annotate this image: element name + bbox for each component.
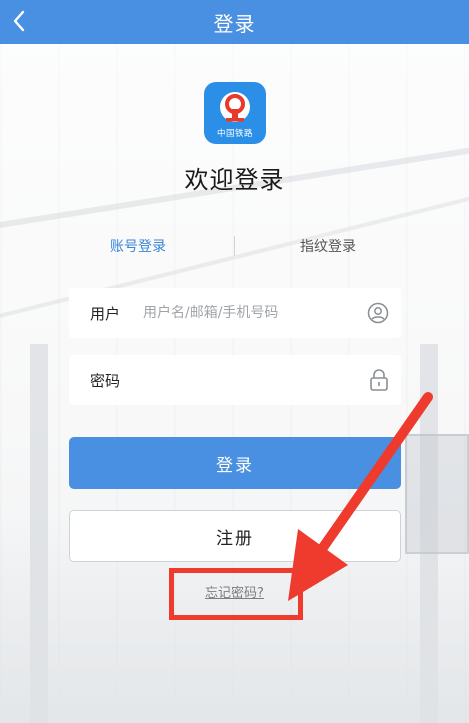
lock-icon — [370, 369, 388, 391]
logo-text: 中国铁路 — [216, 129, 253, 139]
railway-logo-icon — [220, 92, 250, 122]
page-title: 登录 — [213, 11, 256, 36]
back-button[interactable] — [6, 4, 42, 40]
username-input[interactable] — [143, 298, 353, 328]
app-logo: 中国铁路 — [204, 82, 266, 144]
username-label: 用户 — [90, 305, 121, 323]
forgot-password-link[interactable]: 忘记密码? — [0, 582, 469, 601]
register-button[interactable]: 注册 — [69, 510, 401, 562]
password-label: 密码 — [90, 372, 121, 390]
login-button[interactable]: 登录 — [69, 437, 401, 489]
password-input[interactable] — [135, 365, 345, 395]
top-nav-bar: 登录 — [0, 0, 469, 44]
back-arrow-icon — [13, 10, 25, 32]
tab-divider — [234, 236, 235, 256]
tab-fingerprint-login[interactable]: 指纹登录 — [300, 236, 356, 256]
tab-account-login[interactable]: 账号登录 — [110, 236, 166, 256]
user-circle-icon — [367, 302, 389, 324]
login-form-area: 中国铁路 欢迎登录 账号登录 指纹登录 用户 密码 登录 注册 忘记密码? — [0, 44, 469, 723]
password-field[interactable]: 密码 — [69, 355, 401, 405]
welcome-heading: 欢迎登录 — [184, 166, 285, 194]
username-field[interactable]: 用户 — [69, 288, 401, 338]
